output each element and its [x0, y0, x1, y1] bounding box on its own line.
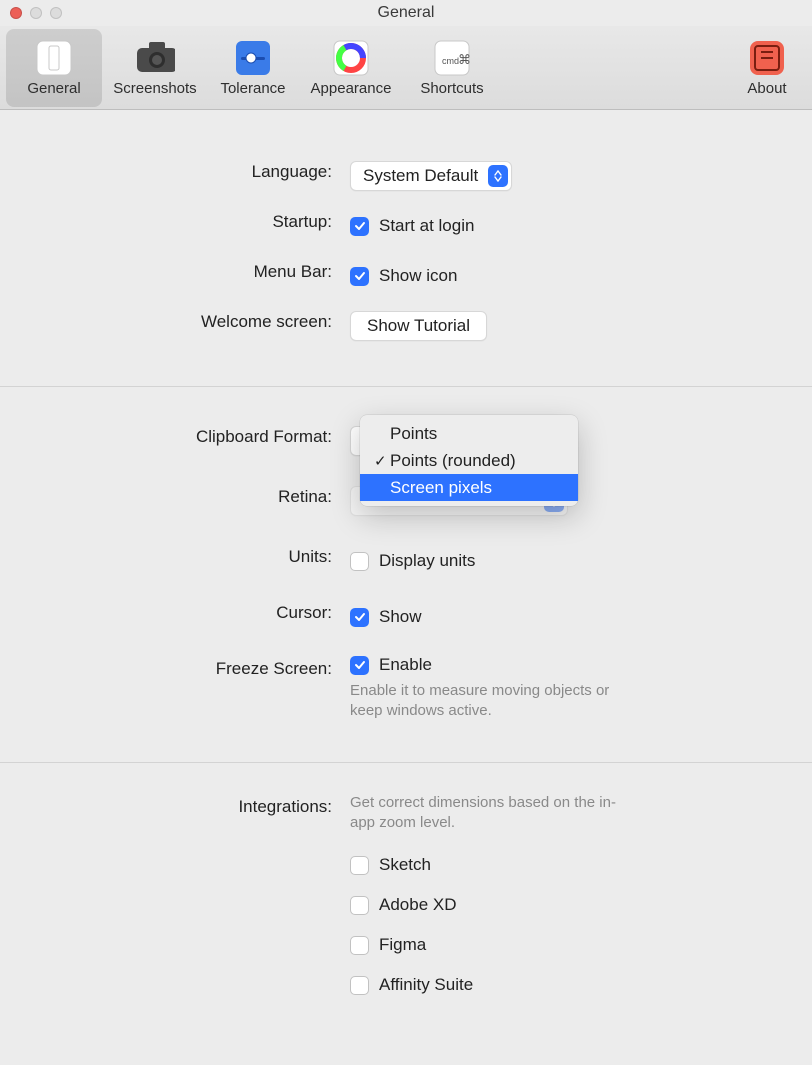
tab-label: Screenshots [113, 80, 196, 97]
language-select[interactable]: System Default [350, 161, 512, 191]
menubar-checkbox[interactable]: Show icon [350, 266, 457, 286]
checkbox-box [350, 217, 369, 236]
section-general: Language: System Default Startup: Start … [0, 158, 812, 386]
tab-label: Shortcuts [420, 80, 483, 97]
preferences-toolbar: General Screenshots Tolerance Appearance… [0, 26, 812, 110]
shortcuts-icon: cmd⌘ [432, 38, 472, 78]
label-welcome: Welcome screen: [0, 308, 350, 332]
label-language: Language: [0, 158, 350, 182]
label-menubar: Menu Bar: [0, 258, 350, 282]
titlebar: General [0, 0, 812, 26]
checkbox-label: Figma [379, 935, 426, 955]
close-window-button[interactable] [10, 7, 22, 19]
camera-icon [135, 38, 175, 78]
window-title: General [378, 4, 435, 22]
integration-figma-checkbox[interactable]: Figma [350, 935, 426, 955]
tab-about[interactable]: About [732, 29, 802, 107]
section-clipboard: Clipboard Format: width, height Points ✓… [0, 387, 812, 762]
checkbox-box [350, 936, 369, 955]
freeze-checkbox[interactable]: Enable [350, 655, 432, 675]
checkbox-box [350, 656, 369, 675]
display-units-checkbox[interactable]: Display units [350, 551, 475, 571]
integration-affinity-checkbox[interactable]: Affinity Suite [350, 975, 473, 995]
tab-label: Appearance [311, 80, 392, 97]
checkbox-label: Sketch [379, 855, 431, 875]
integration-adobexd-checkbox[interactable]: Adobe XD [350, 895, 457, 915]
popup-item-screen-pixels[interactable]: Screen pixels [360, 474, 578, 501]
checkbox-box [350, 267, 369, 286]
checkbox-label: Start at login [379, 216, 474, 236]
freeze-helper-text: Enable it to measure moving objects or k… [350, 681, 620, 722]
label-cursor: Cursor: [0, 599, 350, 623]
tab-screenshots[interactable]: Screenshots [102, 29, 208, 107]
checkbox-label: Show [379, 607, 422, 627]
tab-label: Tolerance [220, 80, 285, 97]
checkbox-label: Enable [379, 655, 432, 675]
tab-general[interactable]: General [6, 29, 102, 107]
chevron-updown-icon [488, 165, 508, 187]
checkbox-label: Adobe XD [379, 895, 457, 915]
color-wheel-icon [331, 38, 371, 78]
tab-label: General [27, 80, 80, 97]
tab-tolerance[interactable]: Tolerance [208, 29, 298, 107]
checkbox-label: Affinity Suite [379, 975, 473, 995]
slider-icon [233, 38, 273, 78]
popup-item-points[interactable]: Points [360, 420, 578, 447]
tab-shortcuts[interactable]: cmd⌘ Shortcuts [404, 29, 500, 107]
integration-sketch-checkbox[interactable]: Sketch [350, 855, 431, 875]
section-integrations: Integrations: Get correct dimensions bas… [0, 763, 812, 1065]
content: Language: System Default Startup: Start … [0, 110, 812, 1065]
startup-checkbox[interactable]: Start at login [350, 216, 474, 236]
units-popup-menu: Points ✓ Points (rounded) Screen pixels [360, 415, 578, 506]
checkbox-box [350, 856, 369, 875]
tab-label: About [747, 80, 786, 97]
checkmark-icon: ✓ [374, 452, 390, 470]
zoom-window-button [50, 7, 62, 19]
integrations-helper-text: Get correct dimensions based on the in-a… [350, 793, 620, 834]
label-freeze: Freeze Screen: [0, 655, 350, 679]
svg-text:⌘: ⌘ [458, 52, 471, 67]
cursor-checkbox[interactable]: Show [350, 607, 422, 627]
show-tutorial-button[interactable]: Show Tutorial [350, 311, 487, 341]
checkbox-box [350, 896, 369, 915]
checkbox-label: Show icon [379, 266, 457, 286]
label-retina: Retina: [0, 483, 350, 507]
popup-item-points-rounded[interactable]: ✓ Points (rounded) [360, 447, 578, 474]
popup-item-label: Screen pixels [390, 478, 492, 498]
label-startup: Startup: [0, 208, 350, 232]
checkbox-box [350, 552, 369, 571]
traffic-lights [10, 7, 62, 19]
about-icon [747, 38, 787, 78]
label-integrations: Integrations: [0, 793, 350, 817]
minimize-window-button [30, 7, 42, 19]
label-clipboard: Clipboard Format: [0, 423, 350, 447]
svg-text:cmd: cmd [442, 56, 459, 66]
checkbox-box [350, 608, 369, 627]
checkbox-label: Display units [379, 551, 475, 571]
popup-item-label: Points (rounded) [390, 451, 516, 471]
general-icon [34, 38, 74, 78]
popup-item-label: Points [390, 424, 437, 444]
select-value: System Default [363, 166, 478, 186]
checkbox-box [350, 976, 369, 995]
integrations-list: Sketch Adobe XD Figma Affinity Suite [350, 855, 473, 1015]
label-units: Units: [0, 543, 350, 567]
tab-appearance[interactable]: Appearance [298, 29, 404, 107]
